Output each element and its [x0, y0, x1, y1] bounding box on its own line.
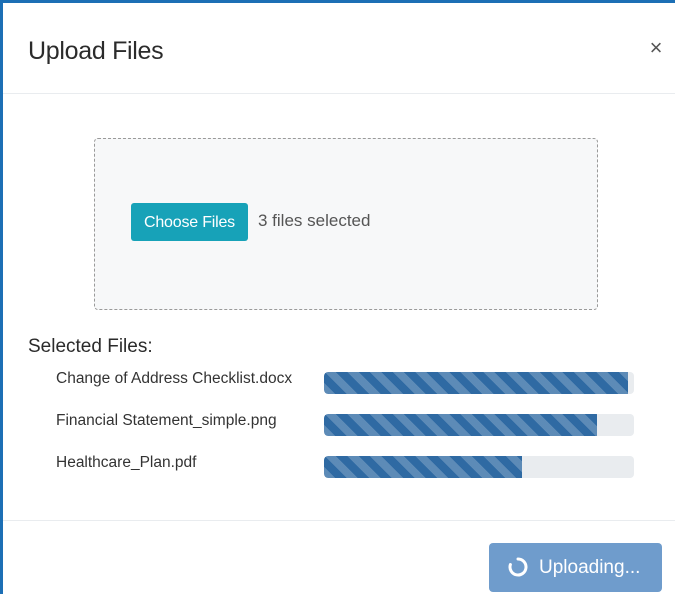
upload-progress-bar [324, 414, 634, 436]
files-selected-status: 3 files selected [258, 211, 371, 230]
uploading-button[interactable]: Uploading... [489, 543, 662, 592]
upload-progress-fill [324, 414, 597, 436]
dialog-title: Upload Files [28, 37, 164, 65]
file-dropzone[interactable]: Choose Files 3 files selected [94, 138, 598, 310]
file-list-item: Financial Statement_simple.png [3, 408, 675, 438]
file-name: Change of Address Checklist.docx [56, 370, 293, 387]
choose-files-button[interactable]: Choose Files [131, 203, 248, 241]
dialog-footer: Uploading... [3, 520, 675, 597]
upload-progress-bar [324, 372, 634, 394]
file-list-item: Healthcare_Plan.pdf [3, 450, 675, 480]
selected-files-heading: Selected Files: [28, 336, 153, 357]
close-icon[interactable]: × [644, 36, 668, 60]
file-name: Healthcare_Plan.pdf [56, 454, 197, 471]
upload-progress-fill [324, 456, 523, 478]
spinner-icon [508, 557, 528, 577]
upload-progress-bar [324, 456, 634, 478]
upload-progress-fill [324, 372, 628, 394]
file-list-item: Change of Address Checklist.docx [3, 366, 675, 396]
upload-files-dialog: Upload Files × Choose Files 3 files sele… [0, 0, 675, 594]
uploading-button-label: Uploading... [539, 557, 641, 578]
file-name: Financial Statement_simple.png [56, 412, 277, 429]
dialog-header: Upload Files × [3, 3, 675, 94]
